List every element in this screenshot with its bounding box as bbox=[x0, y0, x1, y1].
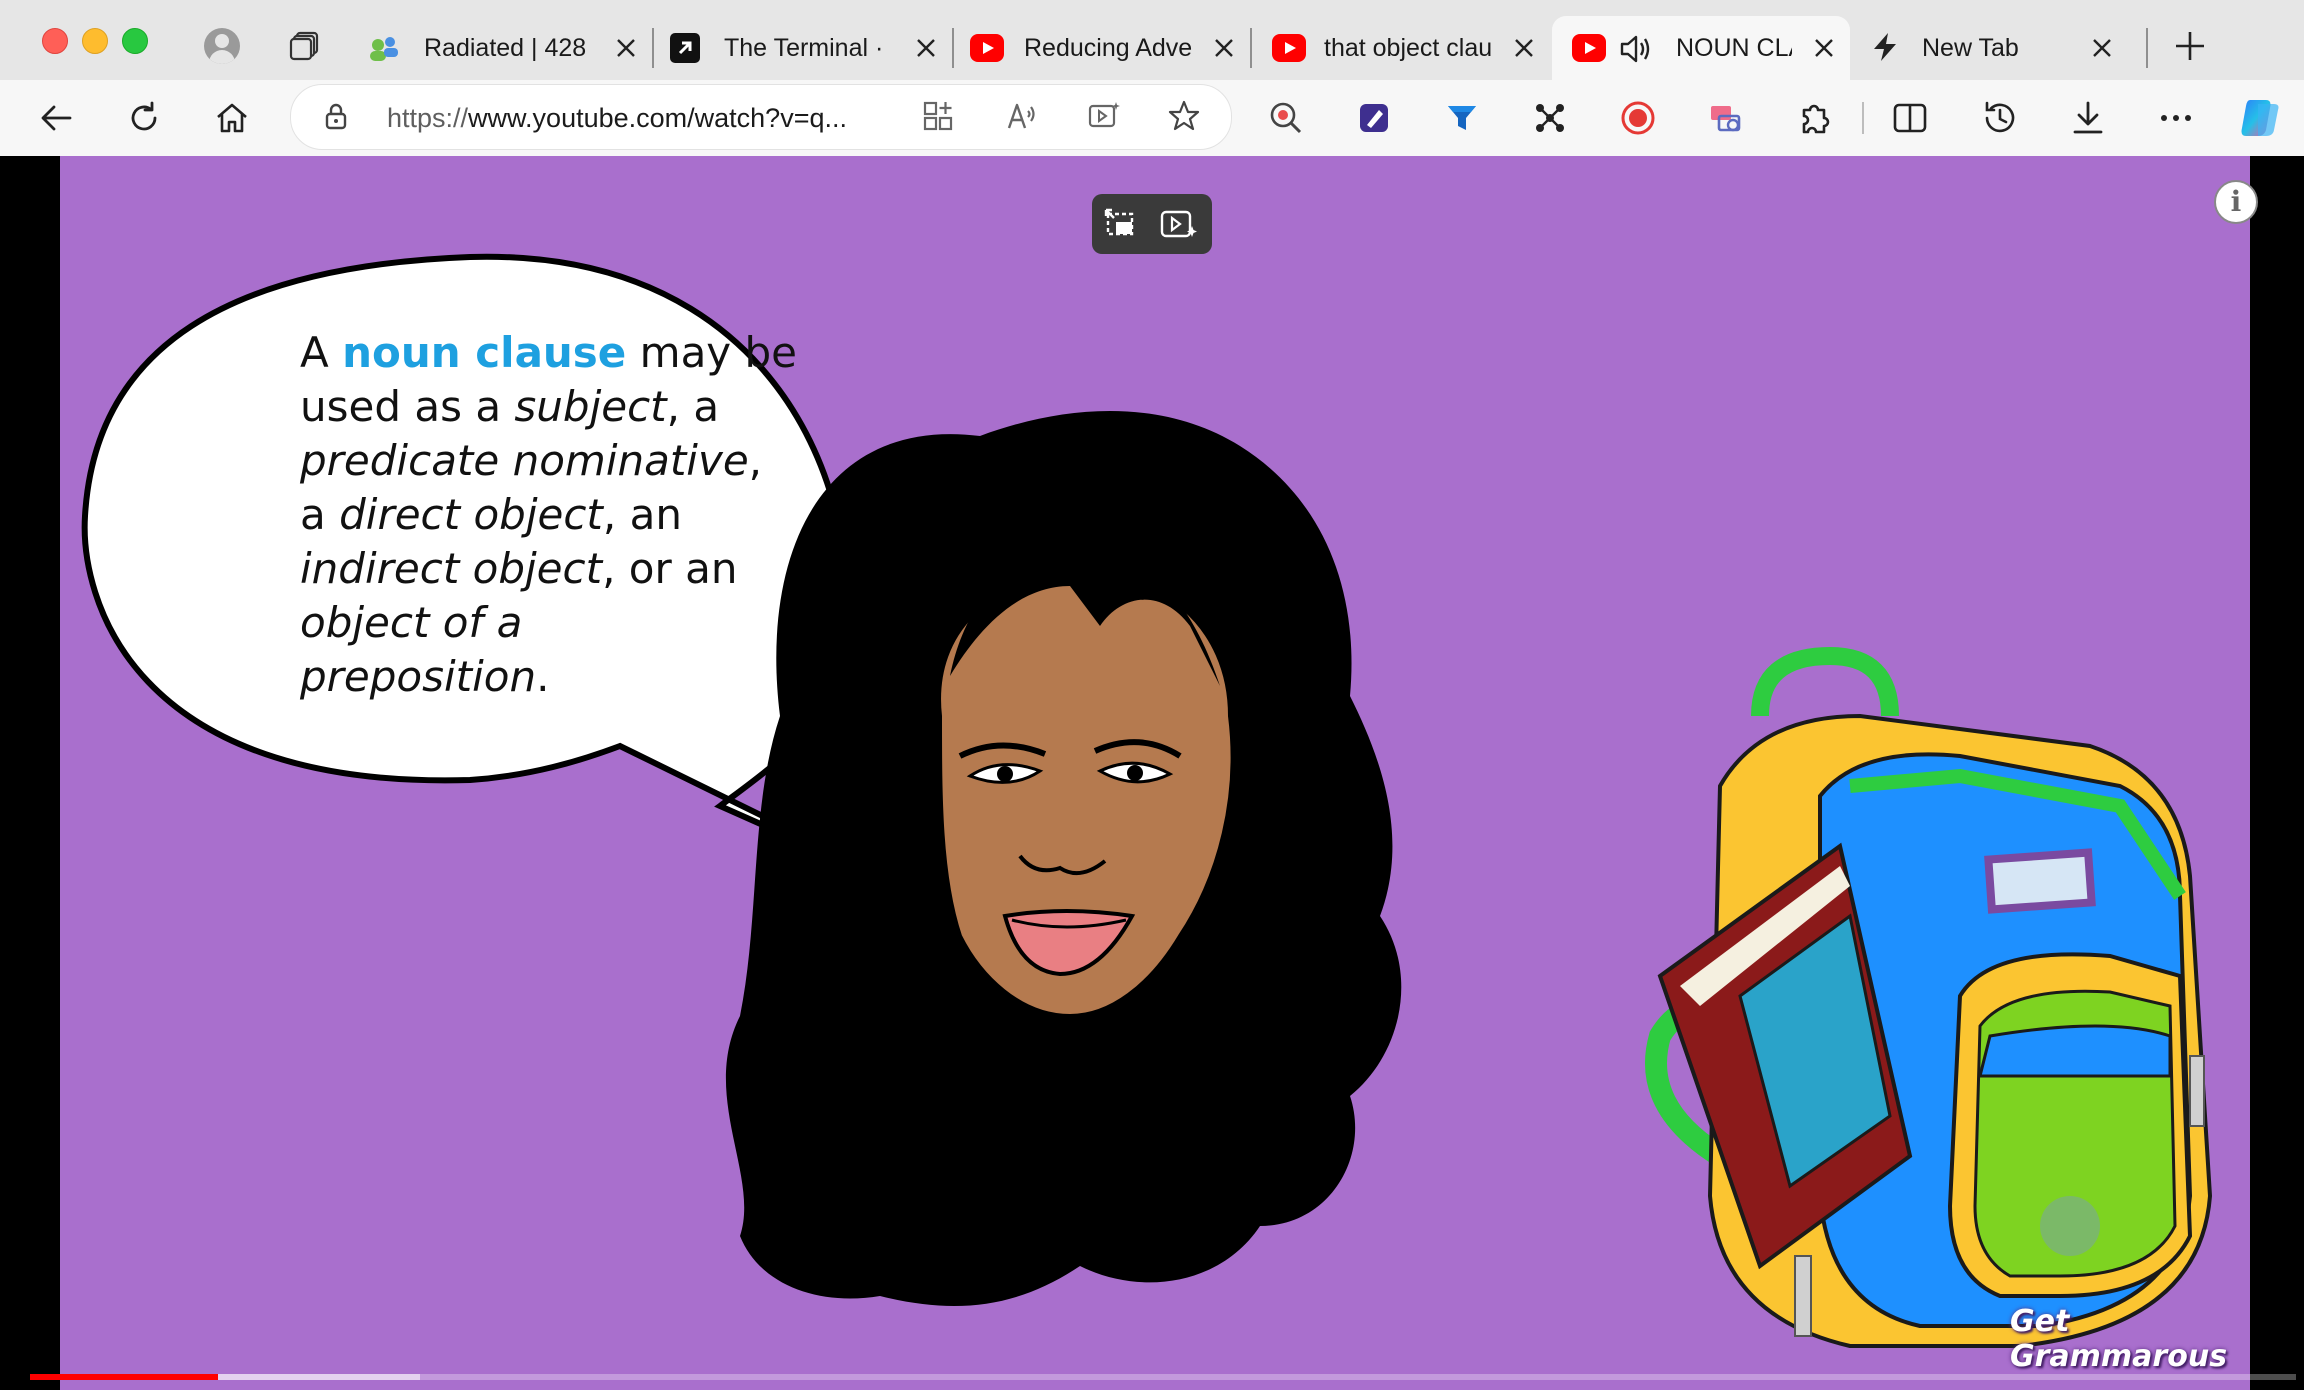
copilot-icon[interactable] bbox=[2236, 94, 2284, 142]
tab-label: NOUN CLA bbox=[1676, 33, 1792, 62]
tab-reducing-adverb[interactable]: Reducing Adve bbox=[954, 16, 1250, 80]
back-arrow-icon[interactable] bbox=[36, 98, 76, 138]
tab-bar: Radiated | 428 The Terminal · Reducing A… bbox=[0, 0, 2304, 80]
extensions-puzzle-icon[interactable] bbox=[1794, 98, 1834, 138]
new-tab-plus-icon[interactable] bbox=[2172, 28, 2208, 64]
minimize-window-button[interactable] bbox=[82, 28, 108, 54]
profile-avatar-icon[interactable] bbox=[204, 28, 240, 64]
bubble-term-indirect-object: indirect object bbox=[300, 544, 603, 593]
tab-label: Reducing Adve bbox=[1024, 33, 1193, 62]
bubble-text-segment: may be bbox=[639, 328, 798, 377]
close-tab-icon[interactable] bbox=[1512, 36, 1536, 60]
channel-brand-watermark: Get Grammarous bbox=[2010, 1304, 2228, 1374]
navigation-toolbar: https://www.youtube.com/watch?v=q... bbox=[0, 80, 2304, 156]
video-frame[interactable]: A noun clause may be used as a subject, … bbox=[60, 156, 2250, 1390]
bubble-text-segment: . bbox=[536, 652, 550, 701]
speaker-audio-icon[interactable] bbox=[1618, 32, 1652, 66]
maximize-window-button[interactable] bbox=[122, 28, 148, 54]
favorite-star-icon[interactable] bbox=[1167, 99, 1201, 133]
bubble-term-predicate-nominative: predicate nominative bbox=[300, 436, 749, 485]
lock-icon[interactable] bbox=[321, 101, 351, 131]
video-enhance-icon[interactable] bbox=[1087, 99, 1121, 133]
speech-bubble-text: A noun clause may be used as a subject, … bbox=[300, 326, 820, 704]
bubble-text-segment: , or an bbox=[602, 544, 738, 593]
bubble-text-segment: used as a bbox=[300, 382, 502, 431]
browser-chrome: Radiated | 428 The Terminal · Reducing A… bbox=[0, 0, 2304, 156]
video-player[interactable]: A noun clause may be used as a subject, … bbox=[8, 156, 2296, 1390]
split-screen-icon[interactable] bbox=[1890, 98, 1930, 138]
url-text[interactable]: https://www.youtube.com/watch?v=q... bbox=[387, 103, 847, 134]
bubble-term-subject: subject bbox=[514, 382, 667, 431]
tab-label: New Tab bbox=[1922, 33, 2019, 62]
filter-extension-icon[interactable] bbox=[1442, 98, 1482, 138]
close-tab-icon[interactable] bbox=[914, 36, 938, 60]
tab-noun-clause[interactable]: NOUN CLA bbox=[1552, 16, 1850, 80]
video-overlay-controls bbox=[1092, 194, 1212, 254]
video-progress-bar[interactable] bbox=[30, 1374, 2296, 1380]
address-bar[interactable]: https://www.youtube.com/watch?v=q... bbox=[290, 84, 1232, 150]
close-tab-icon[interactable] bbox=[614, 36, 638, 60]
close-tab-icon[interactable] bbox=[1812, 36, 1836, 60]
network-extension-icon[interactable] bbox=[1530, 98, 1570, 138]
bubble-term-preposition: preposition bbox=[300, 652, 537, 701]
notes-extension-icon[interactable] bbox=[1354, 98, 1394, 138]
close-tab-icon[interactable] bbox=[1212, 36, 1236, 60]
terminal-arrow-icon bbox=[670, 33, 700, 63]
close-tab-icon[interactable] bbox=[2090, 36, 2114, 60]
lightning-icon bbox=[1874, 33, 1896, 61]
workspaces-icon[interactable] bbox=[288, 30, 320, 62]
download-icon[interactable] bbox=[2068, 98, 2108, 138]
url-host-path: www.youtube.com/watch?v=q... bbox=[468, 103, 847, 133]
user-group-icon bbox=[370, 37, 398, 61]
home-icon[interactable] bbox=[212, 98, 252, 138]
tab-separator bbox=[2146, 28, 2148, 68]
tab-that-object-clause[interactable]: that object clau bbox=[1252, 16, 1550, 80]
progress-played bbox=[30, 1374, 219, 1380]
bubble-word: A bbox=[300, 328, 329, 377]
url-scheme: https:// bbox=[387, 103, 469, 133]
translate-extension-icon[interactable] bbox=[1706, 98, 1746, 138]
tab-radiated[interactable]: Radiated | 428 bbox=[352, 16, 652, 80]
youtube-icon bbox=[970, 34, 1004, 62]
bubble-text-segment: , a bbox=[666, 382, 720, 431]
noun-clause-highlight: noun clause bbox=[342, 328, 627, 377]
youtube-icon bbox=[1572, 34, 1606, 62]
read-aloud-icon[interactable] bbox=[1005, 99, 1039, 133]
youtube-icon bbox=[1272, 34, 1306, 62]
search-extension-icon[interactable] bbox=[1266, 98, 1306, 138]
close-window-button[interactable] bbox=[42, 28, 68, 54]
refresh-icon[interactable] bbox=[124, 98, 164, 138]
tab-the-terminal[interactable]: The Terminal · bbox=[654, 16, 952, 80]
record-extension-icon[interactable] bbox=[1618, 98, 1658, 138]
tab-label: The Terminal · bbox=[724, 33, 884, 62]
history-icon[interactable] bbox=[1980, 98, 2020, 138]
picture-in-picture-icon[interactable] bbox=[1100, 204, 1140, 244]
bubble-term-direct-object: direct object bbox=[339, 490, 603, 539]
bubble-text-segment: , bbox=[748, 436, 763, 485]
info-icon[interactable]: i bbox=[2214, 180, 2258, 224]
video-ai-enhance-icon[interactable] bbox=[1158, 204, 1198, 244]
more-menu-icon[interactable] bbox=[2156, 98, 2196, 138]
bubble-term-object-of-a: object of a bbox=[300, 598, 523, 647]
toolbar-separator bbox=[1862, 102, 1864, 134]
tab-new-tab[interactable]: New Tab bbox=[1852, 16, 2128, 80]
app-available-icon[interactable] bbox=[921, 99, 955, 133]
bubble-text-segment: , an bbox=[602, 490, 682, 539]
tab-label: that object clau bbox=[1324, 33, 1493, 62]
tab-label: Radiated | 428 bbox=[424, 33, 587, 62]
bubble-text-segment: a bbox=[300, 490, 326, 539]
